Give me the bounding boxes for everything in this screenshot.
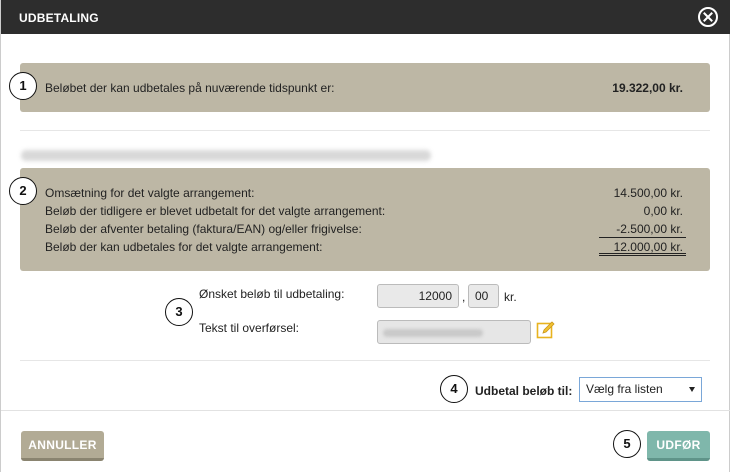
payable-label: Beløb der kan udbetales for det valgte a… bbox=[45, 240, 323, 254]
previously-paid-label: Beløb der tidligere er blevet udbetalt f… bbox=[45, 204, 386, 218]
step-marker-1: 1 bbox=[9, 72, 37, 100]
step-marker-2: 2 bbox=[9, 177, 37, 205]
decimal-separator: , bbox=[462, 290, 466, 304]
turnover-label: Omsætning for det valgte arrangement: bbox=[45, 186, 255, 200]
payable-value: 12.000,00 kr. bbox=[613, 240, 683, 254]
available-amount-label: Beløbet der kan udbetales på nuværende t… bbox=[45, 81, 335, 95]
decimals-input[interactable]: 00 bbox=[468, 284, 499, 308]
step-marker-3: 3 bbox=[165, 298, 193, 326]
payout-target-select[interactable]: Vælg fra listen bbox=[579, 377, 702, 402]
pending-value: -2.500,00 kr. bbox=[616, 222, 683, 236]
total-rule-double-2 bbox=[599, 255, 686, 256]
transfer-text-label: Tekst til overførsel: bbox=[199, 321, 300, 335]
cancel-button[interactable]: ANNULLER bbox=[21, 431, 104, 461]
pending-label: Beløb der afventer betaling (faktura/EAN… bbox=[45, 222, 362, 236]
transfer-text-input[interactable] bbox=[377, 320, 531, 344]
footer-divider bbox=[1, 410, 730, 411]
edit-icon[interactable] bbox=[536, 320, 556, 340]
chevron-down-icon bbox=[689, 387, 695, 392]
divider bbox=[20, 360, 710, 361]
turnover-value: 14.500,00 kr. bbox=[613, 186, 683, 200]
execute-button[interactable]: UDFØR bbox=[647, 431, 710, 461]
event-title-redacted bbox=[21, 150, 431, 161]
amount-input[interactable]: 12000 bbox=[377, 284, 459, 308]
available-amount-value: 19.322,00 kr. bbox=[612, 81, 683, 95]
close-icon[interactable] bbox=[698, 7, 718, 27]
dialog-title: UDBETALING bbox=[19, 11, 99, 25]
payout-target-label: Udbetal beløb til: bbox=[475, 384, 573, 398]
step-marker-5: 5 bbox=[613, 430, 641, 458]
divider bbox=[20, 130, 710, 131]
payout-dialog: UDBETALING 1 Beløbet der kan udbetales p… bbox=[0, 0, 730, 472]
currency-label: kr. bbox=[504, 290, 517, 304]
amount-label: Ønsket beløb til udbetaling: bbox=[199, 287, 345, 301]
total-rule-top bbox=[599, 237, 686, 238]
total-rule-double-1 bbox=[599, 253, 686, 254]
payout-target-selected: Vælg fra listen bbox=[586, 382, 663, 396]
step-marker-4: 4 bbox=[440, 375, 468, 403]
dialog-titlebar: UDBETALING bbox=[1, 0, 730, 34]
previously-paid-value: 0,00 kr. bbox=[643, 204, 683, 218]
